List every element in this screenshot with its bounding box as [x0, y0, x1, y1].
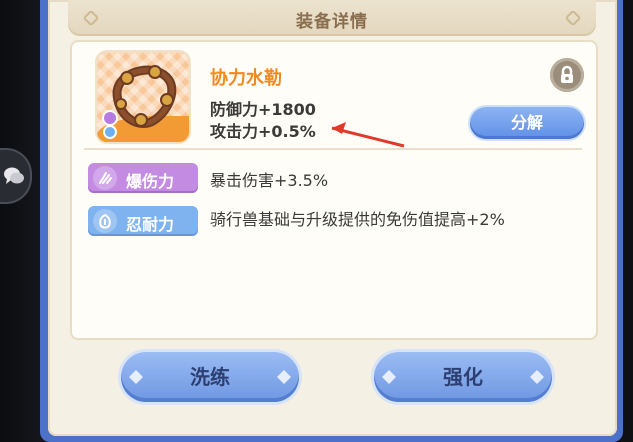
diamond-ornament-icon: [277, 370, 291, 384]
strengthen-button[interactable]: 强化: [374, 352, 552, 402]
item-name: 协力水勒: [210, 68, 282, 89]
diamond-ornament-icon: [382, 370, 396, 384]
harness-item-icon: [102, 65, 177, 139]
crit-skill-icon: [93, 166, 117, 190]
skill-badge-endurance: 忍耐力: [88, 206, 198, 236]
item-icon-frame[interactable]: [97, 52, 189, 142]
panel-divider: [84, 148, 582, 150]
lock-button[interactable]: [550, 58, 584, 92]
chat-icon: [4, 167, 24, 184]
strengthen-label: 强化: [443, 365, 483, 389]
diamond-ornament-icon: [129, 370, 143, 384]
skill-name: 忍耐力: [126, 215, 175, 234]
decompose-button[interactable]: 分解: [470, 107, 584, 139]
skill-description: 暴击伤害+3.5%: [210, 171, 329, 190]
skill-badge-crit: 爆伤力: [88, 163, 198, 193]
stat-attack: 攻击力+0.5%: [210, 122, 316, 141]
dialog-title: 装备详情: [296, 12, 368, 32]
skill-name: 爆伤力: [126, 172, 175, 191]
red-arrow-icon: [331, 122, 405, 148]
title-band: 装备详情: [68, 0, 596, 36]
refine-label: 洗练: [190, 365, 230, 389]
stat-defense: 防御力+1800: [210, 100, 316, 119]
endurance-skill-icon: [93, 209, 117, 233]
diamond-ornament-icon: [530, 370, 544, 384]
skill-description: 骑行兽基础与升级提供的免伤值提高+2%: [210, 210, 505, 229]
refine-button[interactable]: 洗练: [121, 352, 299, 402]
lock-icon: [561, 65, 573, 83]
diamond-ornament-icon: [566, 11, 580, 25]
